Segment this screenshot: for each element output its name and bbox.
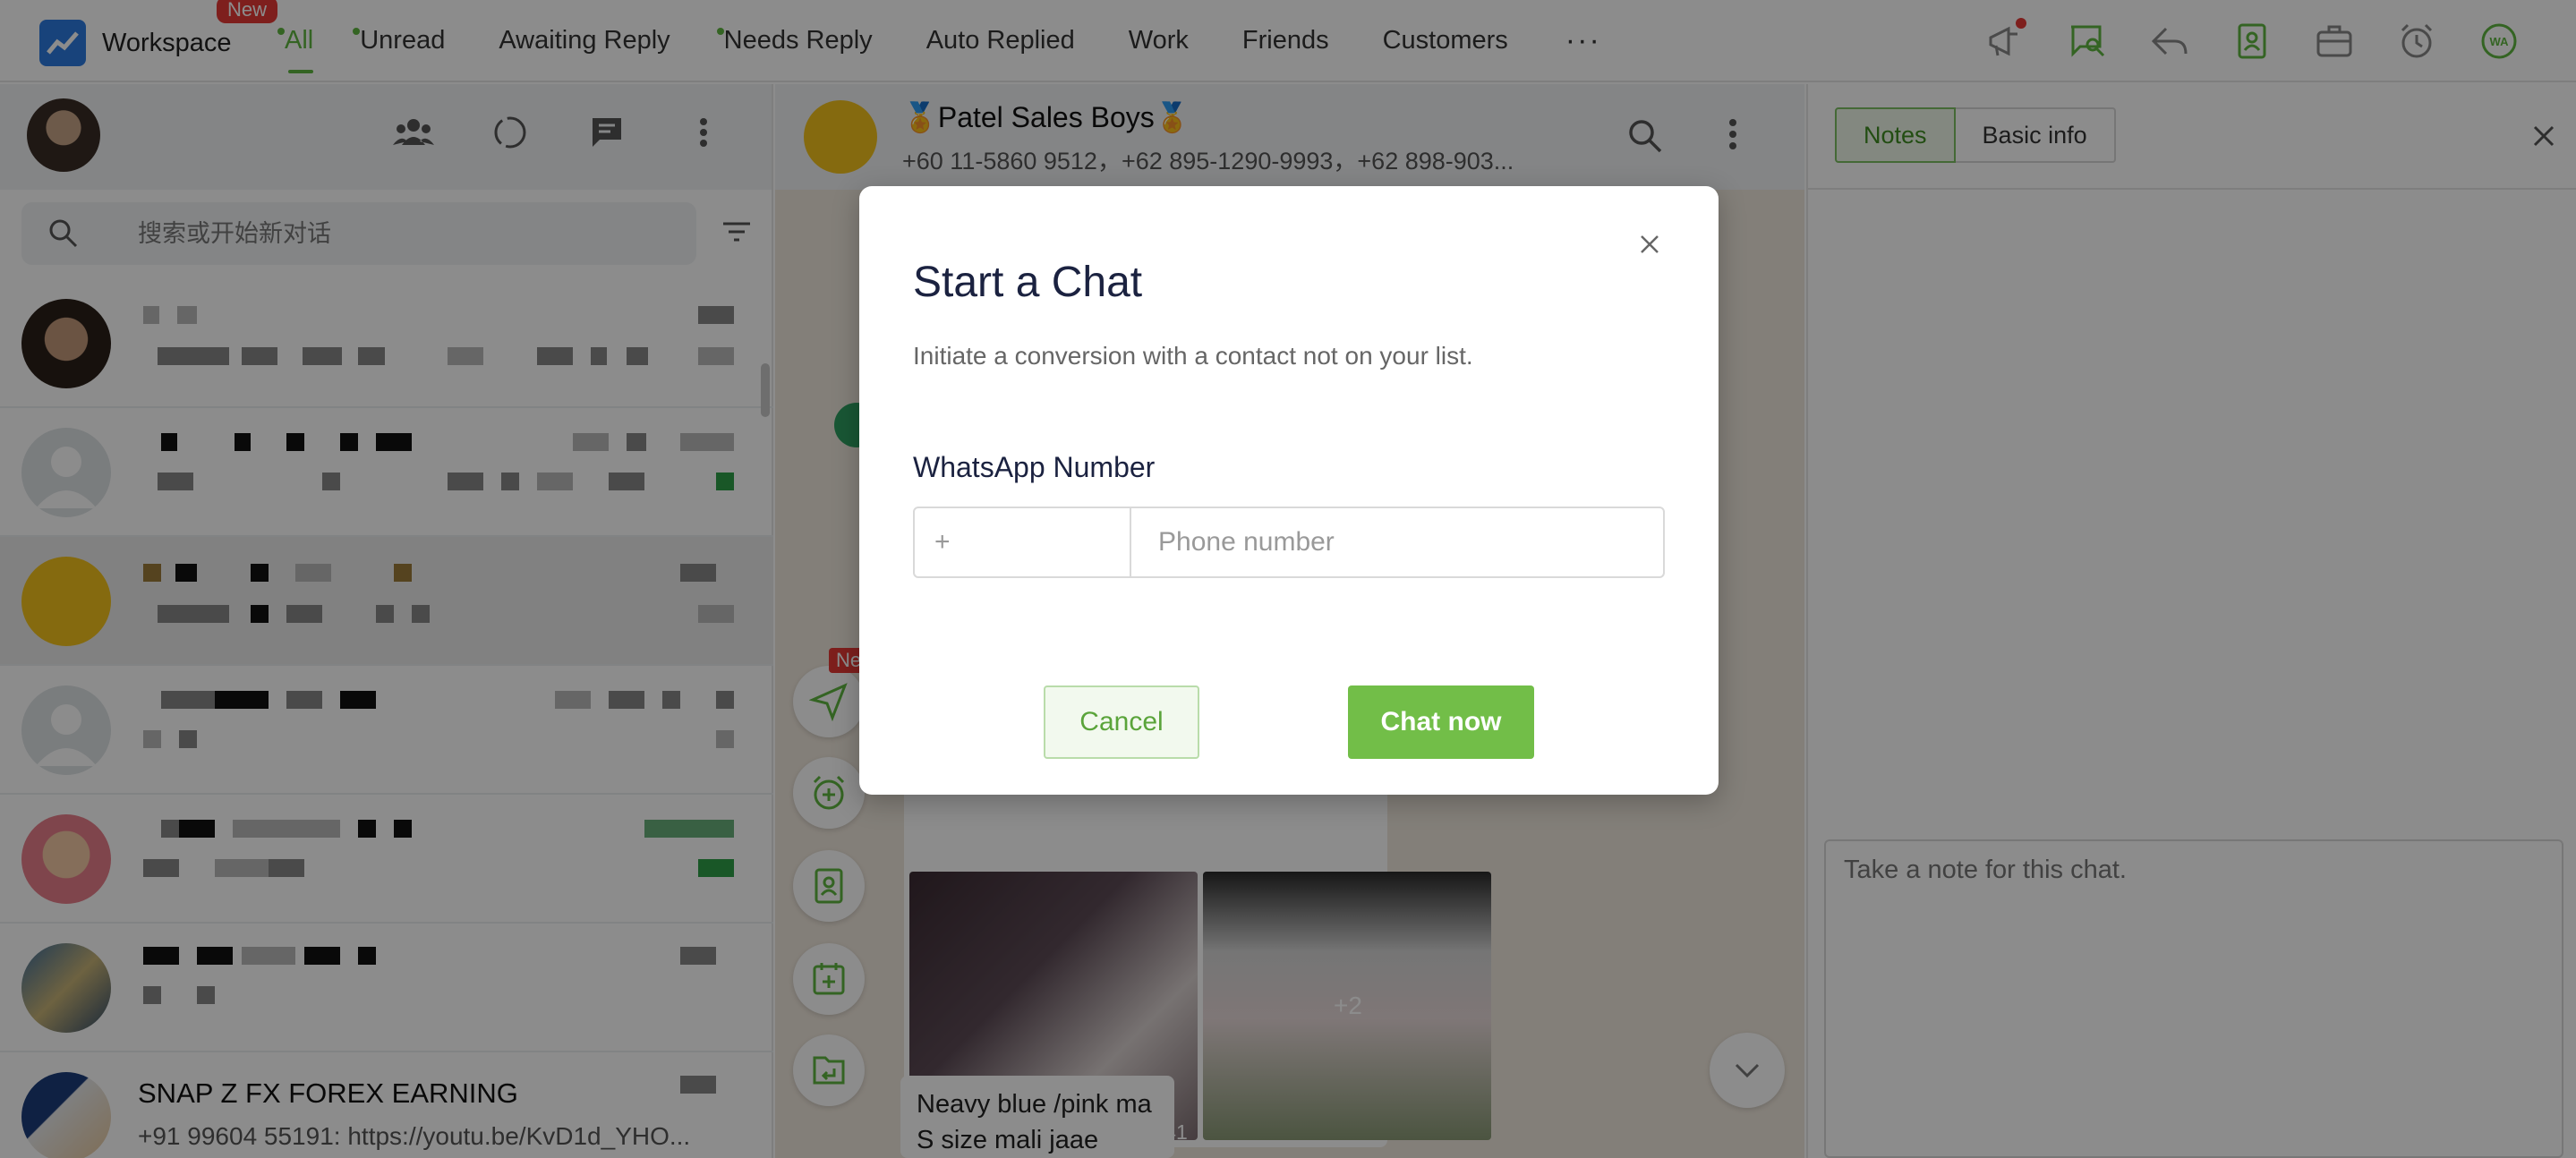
country-code-input[interactable] [913,507,1131,578]
whatsapp-number-label: WhatsApp Number [913,451,1156,483]
cancel-button[interactable]: Cancel [1044,685,1199,759]
dialog-description: Initiate a conversion with a contact not… [913,342,1473,370]
chat-now-button[interactable]: Chat now [1348,685,1534,759]
close-icon[interactable] [1634,229,1665,260]
dialog-title: Start a Chat [913,259,1143,306]
phone-number-input[interactable] [1130,507,1665,578]
start-chat-dialog: Start a Chat Initiate a conversion with … [859,186,1719,795]
